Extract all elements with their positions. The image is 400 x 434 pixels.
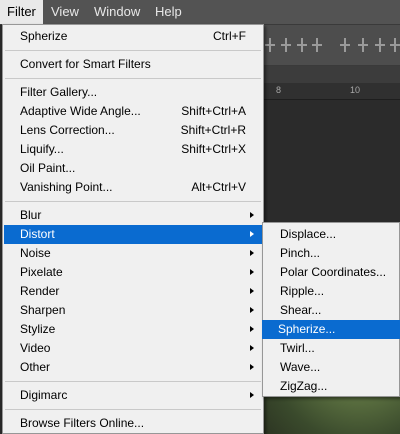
submenu-item-zigzag[interactable]: ZigZag...: [264, 377, 398, 396]
menu-item-stylize[interactable]: Stylize: [4, 320, 262, 339]
menu-item-label: Liquify...: [20, 142, 64, 156]
menu-item-shortcut: Shift+Ctrl+A: [181, 104, 246, 118]
menu-item-label: Pixelate: [20, 265, 63, 279]
menu-item-label: Lens Correction...: [20, 123, 115, 137]
submenu-arrow-icon: [250, 307, 254, 313]
align-left-icon[interactable]: [312, 38, 322, 52]
menu-item-label: Convert for Smart Filters: [20, 57, 151, 71]
menu-item-label: Spherize: [20, 29, 68, 43]
menu-item-oil-paint[interactable]: Oil Paint...: [4, 159, 262, 178]
distribute-left-icon[interactable]: [340, 38, 350, 52]
menu-item-liquify[interactable]: Liquify... Shift+Ctrl+X: [4, 140, 262, 159]
submenu-item-shear[interactable]: Shear...: [264, 301, 398, 320]
menu-item-distort[interactable]: Distort: [4, 225, 262, 244]
menu-item-label: Vanishing Point...: [20, 180, 113, 194]
submenu-item-polar-coordinates[interactable]: Polar Coordinates...: [264, 263, 398, 282]
menu-item-spherize[interactable]: Spherize Ctrl+F: [4, 27, 262, 46]
menu-item-blur[interactable]: Blur: [4, 206, 262, 225]
submenu-item-label: Wave...: [280, 360, 321, 374]
align-bottom-icon[interactable]: [297, 38, 307, 52]
menu-item-label: Adaptive Wide Angle...: [20, 104, 141, 118]
menu-filter[interactable]: Filter: [0, 0, 43, 24]
menu-separator: [5, 201, 261, 202]
ruler-tick-label: 10: [350, 85, 361, 95]
submenu-item-label: Ripple...: [280, 284, 325, 298]
menu-window[interactable]: Window: [87, 0, 147, 24]
menu-item-adaptive-wide-angle[interactable]: Adaptive Wide Angle... Shift+Ctrl+A: [4, 102, 262, 121]
submenu-item-displace[interactable]: Displace...: [264, 225, 398, 244]
submenu-arrow-icon: [250, 288, 254, 294]
menu-item-render[interactable]: Render: [4, 282, 262, 301]
submenu-item-label: Polar Coordinates...: [280, 265, 387, 279]
ruler-tick-label: 8: [276, 85, 282, 95]
menu-bar: Filter View Window Help: [0, 0, 400, 25]
submenu-arrow-icon: [250, 269, 254, 275]
submenu-item-twirl[interactable]: Twirl...: [264, 339, 398, 358]
document-tab-strip: [262, 66, 400, 83]
submenu-arrow-icon: [250, 250, 254, 256]
menu-item-noise[interactable]: Noise: [4, 244, 262, 263]
menu-item-convert-for-smart-filters[interactable]: Convert for Smart Filters: [4, 55, 262, 74]
submenu-arrow-icon: [250, 345, 254, 351]
submenu-item-wave[interactable]: Wave...: [264, 358, 398, 377]
submenu-item-label: Shear...: [280, 303, 322, 317]
menu-help[interactable]: Help: [148, 0, 189, 24]
distort-submenu: Displace... Pinch... Polar Coordinates... R…: [262, 222, 400, 397]
options-bar: [262, 25, 400, 66]
menu-item-label: Filter Gallery...: [20, 85, 98, 99]
menu-item-label: Noise: [20, 246, 51, 260]
menu-separator: [5, 409, 261, 410]
align-top-icon[interactable]: [265, 38, 275, 52]
submenu-item-label: Spherize...: [278, 322, 336, 336]
menu-item-label: Browse Filters Online...: [20, 416, 145, 430]
submenu-item-label: Pinch...: [280, 246, 321, 260]
menu-item-pixelate[interactable]: Pixelate: [4, 263, 262, 282]
menu-item-label: Video: [20, 341, 51, 355]
menu-item-label: Render: [20, 284, 60, 298]
menu-item-browse-filters-online[interactable]: Browse Filters Online...: [4, 414, 262, 433]
submenu-arrow-icon: [250, 392, 254, 398]
submenu-item-spherize[interactable]: Spherize...: [262, 320, 400, 339]
menu-item-other[interactable]: Other: [4, 358, 262, 377]
menu-item-label: Stylize: [20, 322, 56, 336]
menu-item-lens-correction[interactable]: Lens Correction... Shift+Ctrl+R: [4, 121, 262, 140]
menu-item-label: Sharpen: [20, 303, 66, 317]
menu-item-label: Oil Paint...: [20, 161, 76, 175]
submenu-item-label: Twirl...: [280, 341, 315, 355]
menu-item-label: Distort: [20, 227, 55, 241]
align-vcenter-icon[interactable]: [281, 38, 291, 52]
menu-item-shortcut: Shift+Ctrl+X: [181, 142, 246, 156]
menu-item-filter-gallery[interactable]: Filter Gallery...: [4, 83, 262, 102]
horizontal-ruler: 8 10: [262, 83, 400, 100]
submenu-arrow-icon: [250, 364, 254, 370]
filter-menu: Spherize Ctrl+F Convert for Smart Filters F…: [2, 24, 264, 434]
menu-separator: [5, 381, 261, 382]
submenu-item-label: ZigZag...: [280, 379, 328, 393]
menu-separator: [5, 50, 261, 51]
distribute-right-icon[interactable]: [375, 38, 385, 52]
distribute-hcenter-icon[interactable]: [358, 38, 368, 52]
submenu-arrow-icon: [250, 231, 254, 237]
menu-item-sharpen[interactable]: Sharpen: [4, 301, 262, 320]
menu-separator: [5, 78, 261, 79]
submenu-arrow-icon: [250, 326, 254, 332]
menu-view[interactable]: View: [44, 0, 86, 24]
menu-item-shortcut: Alt+Ctrl+V: [191, 180, 246, 194]
menu-item-video[interactable]: Video: [4, 339, 262, 358]
submenu-item-ripple[interactable]: Ripple...: [264, 282, 398, 301]
menu-item-digimarc[interactable]: Digimarc: [4, 386, 262, 405]
submenu-item-pinch[interactable]: Pinch...: [264, 244, 398, 263]
menu-item-shortcut: Ctrl+F: [213, 29, 246, 43]
distribute-widths-icon[interactable]: [390, 38, 400, 52]
submenu-arrow-icon: [250, 212, 254, 218]
menu-item-label: Blur: [20, 208, 42, 222]
menu-item-label: Digimarc: [20, 388, 68, 402]
menu-item-vanishing-point[interactable]: Vanishing Point... Alt+Ctrl+V: [4, 178, 262, 197]
menu-item-shortcut: Shift+Ctrl+R: [180, 123, 246, 137]
submenu-item-label: Displace...: [280, 227, 337, 241]
menu-item-label: Other: [20, 360, 51, 374]
